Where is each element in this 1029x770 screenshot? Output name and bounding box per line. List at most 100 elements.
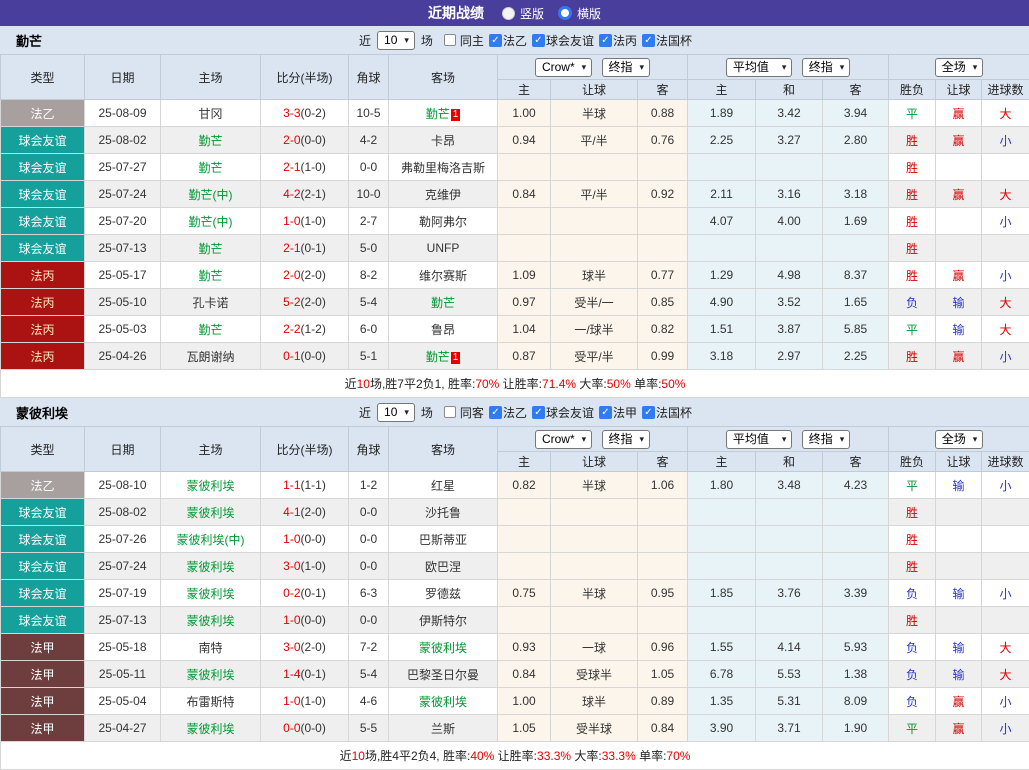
- away-team-cell: 蒙彼利埃: [389, 634, 498, 661]
- handicap-line-cell: 半球: [551, 100, 638, 127]
- result-handicap-cell: 赢: [936, 688, 982, 715]
- league-checkbox[interactable]: [489, 34, 502, 47]
- sub-header-wdl: 胜负: [889, 80, 936, 100]
- layout-radio-vertical[interactable]: 竖版: [502, 5, 544, 22]
- scope-select[interactable]: 全场▾: [935, 430, 984, 449]
- summary-segment: 单率:: [631, 377, 662, 391]
- bookmaker-select[interactable]: Crow*▾: [535, 430, 592, 449]
- avg-away-cell: [823, 553, 889, 580]
- handicap-line-cell: [551, 499, 638, 526]
- score-cell: 2-0(2-0): [261, 262, 349, 289]
- corners-cell: 0-0: [349, 607, 389, 634]
- league-checkbox-label: 法国杯: [656, 406, 692, 420]
- avg-home-cell: 6.78: [688, 661, 756, 688]
- avg-away-cell: [823, 499, 889, 526]
- league-cell: 法乙: [1, 472, 85, 499]
- date-cell: 25-04-26: [85, 343, 161, 370]
- same-venue-checkbox[interactable]: [444, 34, 456, 46]
- near-label: 近: [359, 404, 371, 421]
- odds-away-cell: 1.06: [638, 472, 688, 499]
- result-wdl-cell: 胜: [889, 181, 936, 208]
- score-cell: 3-0(1-0): [261, 553, 349, 580]
- odds-time-select[interactable]: 终指▾: [602, 58, 651, 77]
- odds-away-cell: [638, 526, 688, 553]
- date-cell: 25-05-04: [85, 688, 161, 715]
- scope-select[interactable]: 全场▾: [935, 58, 984, 77]
- corners-cell: 0-0: [349, 553, 389, 580]
- avg-draw-cell: [756, 235, 823, 262]
- avg-select[interactable]: 平均值▾: [726, 430, 793, 449]
- summary-segment: 让胜率:: [499, 377, 542, 391]
- handicap-line-cell: 受半/一: [551, 289, 638, 316]
- match-row: 法甲25-05-18南特3-0(2-0)7-2蒙彼利埃0.93一球0.961.5…: [1, 634, 1029, 661]
- chevron-down-icon: ▾: [973, 432, 978, 446]
- corners-cell: 4-2: [349, 127, 389, 154]
- avg-away-cell: 8.09: [823, 688, 889, 715]
- league-checkbox[interactable]: [642, 34, 655, 47]
- avg-draw-cell: [756, 526, 823, 553]
- result-wdl-cell: 胜: [889, 154, 936, 181]
- league-cell: 球会友谊: [1, 580, 85, 607]
- league-checkbox[interactable]: [489, 406, 502, 419]
- odds-away-cell: [638, 208, 688, 235]
- filter-row: 蒙彼利埃 近 10▾ 场 同客 法乙球会友谊法甲法国杯: [0, 398, 1029, 426]
- result-handicap-cell: 赢: [936, 262, 982, 289]
- score-cell: 1-1(1-1): [261, 472, 349, 499]
- filter-row: 勤芒 近 10▾ 场 同主 法乙球会友谊法丙法国杯: [0, 26, 1029, 54]
- avg-time-select[interactable]: 终指▾: [802, 58, 851, 77]
- avg-select[interactable]: 平均值▾: [726, 58, 793, 77]
- radio-icon[interactable]: [502, 7, 515, 20]
- result-handicap-cell: [936, 526, 982, 553]
- odds-time-select[interactable]: 终指▾: [602, 430, 651, 449]
- team-name: 勤芒: [16, 31, 42, 50]
- home-team-cell: 蒙彼利埃: [161, 553, 261, 580]
- avg-home-cell: [688, 499, 756, 526]
- league-checkbox[interactable]: [532, 34, 545, 47]
- result-goals-cell: 小: [982, 472, 1029, 499]
- bookmaker-select[interactable]: Crow*▾: [535, 58, 592, 77]
- handicap-line-cell: [551, 553, 638, 580]
- date-cell: 25-07-24: [85, 181, 161, 208]
- league-checkbox[interactable]: [599, 34, 612, 47]
- score-cell: 1-0(1-0): [261, 208, 349, 235]
- summary-segment: 大率:: [571, 749, 602, 763]
- recent-count-select[interactable]: 10▾: [377, 403, 415, 422]
- radio-label: 横版: [577, 5, 601, 22]
- result-handicap-cell: 赢: [936, 715, 982, 742]
- chevron-down-icon: ▾: [640, 432, 645, 446]
- chevron-down-icon: ▾: [782, 60, 787, 74]
- summary-segment: 10: [352, 749, 365, 763]
- league-checkbox[interactable]: [532, 406, 545, 419]
- matches-table: 类型 日期 主场 比分(半场) 角球 客场 Crow*▾ 终指▾ 平均值▾ 终指…: [0, 54, 1029, 398]
- away-team-cell: 鲁昂: [389, 316, 498, 343]
- away-team-cell: 罗德兹: [389, 580, 498, 607]
- chevron-down-icon: ▾: [582, 60, 587, 74]
- result-group-header: 全场▾: [889, 427, 1029, 452]
- league-checkbox[interactable]: [642, 406, 655, 419]
- avg-time-select[interactable]: 终指▾: [802, 430, 851, 449]
- league-cell: 球会友谊: [1, 181, 85, 208]
- avg-draw-cell: [756, 553, 823, 580]
- radio-icon[interactable]: [558, 6, 572, 20]
- league-cell: 法甲: [1, 715, 85, 742]
- league-cell: 法丙: [1, 316, 85, 343]
- team-name: 蒙彼利埃: [16, 403, 68, 422]
- same-venue-checkbox[interactable]: [444, 406, 456, 418]
- avg-away-cell: 1.69: [823, 208, 889, 235]
- avg-home-cell: [688, 154, 756, 181]
- date-cell: 25-07-13: [85, 607, 161, 634]
- league-cell: 球会友谊: [1, 526, 85, 553]
- corners-cell: 0-0: [349, 499, 389, 526]
- handicap-line-cell: 一/球半: [551, 316, 638, 343]
- avg-draw-cell: 3.42: [756, 100, 823, 127]
- handicap-line-cell: 受半球: [551, 715, 638, 742]
- result-handicap-cell: 输: [936, 661, 982, 688]
- league-checkbox[interactable]: [599, 406, 612, 419]
- match-row: 法丙25-05-17勤芒2-0(2-0)8-2维尔赛斯1.09球半0.771.2…: [1, 262, 1029, 289]
- chevron-down-icon: ▾: [840, 60, 845, 74]
- date-cell: 25-05-10: [85, 289, 161, 316]
- result-goals-cell: 大: [982, 181, 1029, 208]
- layout-radio-horizontal[interactable]: 横版: [558, 5, 601, 22]
- score-cell: 2-0(0-0): [261, 127, 349, 154]
- recent-count-select[interactable]: 10▾: [377, 31, 415, 50]
